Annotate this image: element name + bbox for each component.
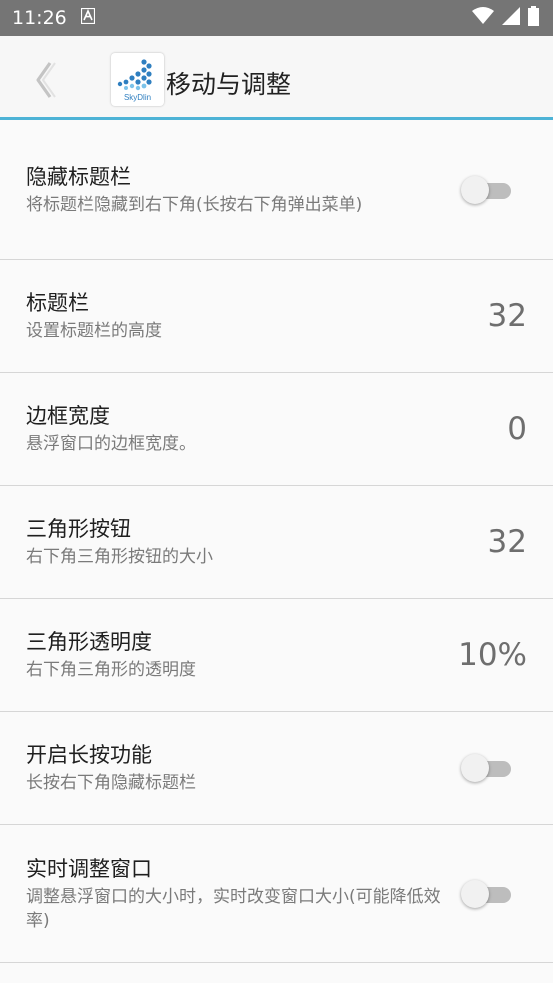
setting-hide-title-bar[interactable]: 隐藏标题栏 将标题栏隐藏到右下角(长按右下角弹出菜单) xyxy=(0,120,553,260)
app-logo: SkyDlin xyxy=(111,53,164,106)
a-icon xyxy=(80,7,95,29)
status-bar: 11:26 xyxy=(0,0,553,36)
app-bar: SkyDlin 移动与调整 xyxy=(0,36,553,120)
setting-title-bar-height[interactable]: 标题栏 设置标题栏的高度 32 xyxy=(0,260,553,373)
battery-icon xyxy=(528,6,539,30)
setting-value: 10% xyxy=(458,637,527,673)
setting-triangle-opacity[interactable]: 三角形透明度 右下角三角形的透明度 10% xyxy=(0,599,553,712)
switch-thumb xyxy=(461,879,489,908)
setting-summary: 设置标题栏的高度 xyxy=(26,321,162,341)
setting-summary: 悬浮窗口的边框宽度。 xyxy=(26,434,196,454)
wifi-icon xyxy=(472,7,494,29)
page-title: 移动与调整 xyxy=(166,70,292,99)
setting-value: 32 xyxy=(487,298,527,334)
setting-triangle-button-size[interactable]: 三角形按钮 右下角三角形按钮的大小 32 xyxy=(0,486,553,599)
setting-summary: 右下角三角形的透明度 xyxy=(26,660,196,680)
setting-summary: 右下角三角形按钮的大小 xyxy=(26,547,213,567)
setting-summary: 长按右下角隐藏标题栏 xyxy=(26,773,196,793)
setting-title: 三角形透明度 xyxy=(26,630,152,654)
setting-value: 0 xyxy=(507,411,527,447)
logo-text: SkyDlin xyxy=(124,93,151,102)
setting-long-press[interactable]: 开启长按功能 长按右下角隐藏标题栏 xyxy=(0,712,553,825)
setting-realtime-resize[interactable]: 实时调整窗口 调整悬浮窗口的大小时，实时改变窗口大小(可能降低效率) xyxy=(0,825,553,963)
setting-summary: 调整悬浮窗口的大小时，实时改变窗口大小(可能降低效率) xyxy=(26,886,441,931)
setting-title: 三角形按钮 xyxy=(26,517,131,541)
realtime-resize-switch[interactable] xyxy=(461,879,513,909)
setting-title: 开启长按功能 xyxy=(26,743,152,767)
switch-thumb xyxy=(461,175,489,204)
signal-icon xyxy=(502,7,520,29)
setting-title: 标题栏 xyxy=(26,291,89,315)
setting-summary: 将标题栏隐藏到右下角(长按右下角弹出菜单) xyxy=(26,194,363,215)
setting-title: 隐藏标题栏 xyxy=(26,164,131,189)
switch-thumb xyxy=(461,754,489,782)
back-button[interactable] xyxy=(30,60,60,100)
status-time: 11:26 xyxy=(12,7,67,29)
setting-value: 32 xyxy=(487,524,527,560)
settings-list: 隐藏标题栏 将标题栏隐藏到右下角(长按右下角弹出菜单) 标题栏 设置标题栏的高度… xyxy=(0,120,553,963)
chevron-left-icon xyxy=(30,62,60,104)
hide-title-bar-switch[interactable] xyxy=(461,175,513,205)
setting-title: 实时调整窗口 xyxy=(26,856,152,881)
setting-border-width[interactable]: 边框宽度 悬浮窗口的边框宽度。 0 xyxy=(0,373,553,486)
setting-title: 边框宽度 xyxy=(26,404,110,428)
long-press-switch[interactable] xyxy=(461,753,513,783)
